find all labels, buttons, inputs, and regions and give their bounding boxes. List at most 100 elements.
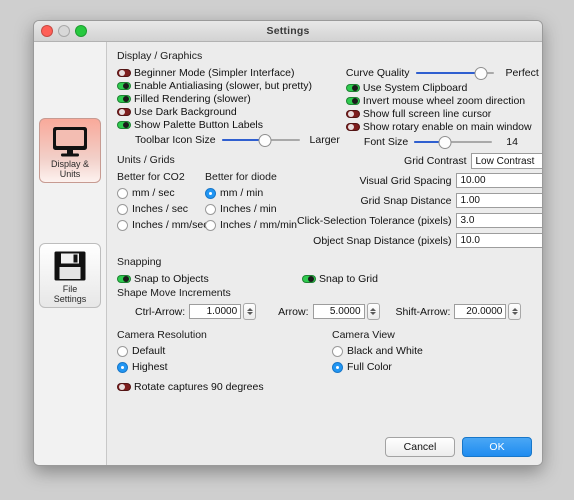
radio-label: Inches / mm/sec bbox=[132, 219, 209, 231]
toggle-use-system-clipboard[interactable]: Use System Clipboard bbox=[345, 82, 539, 94]
font-size-slider[interactable] bbox=[414, 135, 493, 149]
shift-arrow-label: Shift-Arrow: bbox=[395, 305, 451, 318]
toggle-label: Use Dark Background bbox=[134, 106, 237, 118]
ok-button[interactable]: OK bbox=[462, 437, 532, 457]
radio-icon[interactable] bbox=[117, 219, 128, 231]
toolbar-icon-size-value: Larger bbox=[309, 134, 340, 146]
curve-quality-value: Perfect bbox=[505, 67, 539, 79]
click-selection-tolerance-input[interactable]: 3.0 bbox=[456, 213, 542, 228]
units-col2-head: Better for diode bbox=[205, 171, 277, 183]
toggle-show-palette-button-labels[interactable]: Show Palette Button Labels bbox=[117, 119, 340, 131]
radio-camera-resolution-default[interactable]: Default bbox=[117, 345, 332, 357]
object-snap-distance-input[interactable]: 10.0 bbox=[456, 233, 542, 248]
toggle-switch-icon[interactable] bbox=[345, 110, 360, 118]
radio-label: Inches / sec bbox=[132, 203, 189, 215]
radio-icon[interactable] bbox=[332, 345, 343, 357]
radio-inches-per-min[interactable]: Inches / min bbox=[205, 203, 297, 215]
desktop-background: Settings Display & Units File Settings D… bbox=[0, 0, 574, 500]
toggle-switch-icon[interactable] bbox=[117, 69, 131, 77]
arrow-input[interactable]: 5.0000 bbox=[312, 304, 365, 319]
window-title: Settings bbox=[266, 25, 310, 37]
grid-settings-fields: Grid Contrast Low Contrast Visual Grid S… bbox=[297, 153, 542, 252]
sidebar-label-line1: Display & bbox=[50, 159, 89, 169]
toggle-label: Show rotary enable on main window bbox=[362, 121, 532, 133]
toggle-switch-icon[interactable] bbox=[117, 95, 131, 103]
toggle-switch-icon[interactable] bbox=[117, 121, 131, 129]
floppy-disk-icon bbox=[42, 249, 98, 283]
toggle-switch-icon[interactable] bbox=[117, 275, 131, 283]
sidebar-item-file-settings[interactable]: File Settings bbox=[39, 243, 101, 308]
toggle-invert-mouse-wheel-zoom[interactable]: Invert mouse wheel zoom direction bbox=[345, 95, 539, 107]
shift-arrow-input[interactable]: 20.0000 bbox=[454, 304, 507, 319]
toggle-switch-icon[interactable] bbox=[117, 108, 131, 116]
radio-icon[interactable] bbox=[205, 187, 216, 199]
toggle-snap-to-objects[interactable]: Snap to Objects bbox=[117, 273, 302, 285]
toggle-enable-antialiasing[interactable]: Enable Antialiasing (slower, but pretty) bbox=[117, 80, 340, 92]
toggle-beginner-mode[interactable]: Beginner Mode (Simpler Interface) bbox=[117, 67, 340, 79]
radio-camera-view-black-and-white[interactable]: Black and White bbox=[332, 345, 423, 357]
radio-icon[interactable] bbox=[117, 361, 128, 373]
toggle-switch-icon[interactable] bbox=[345, 84, 360, 92]
grid-contrast-label: Grid Contrast bbox=[404, 155, 467, 167]
radio-icon[interactable] bbox=[205, 219, 216, 231]
toolbar-icon-size-row: Toolbar Icon Size Larger bbox=[117, 133, 340, 147]
sidebar-item-display-units[interactable]: Display & Units bbox=[39, 118, 101, 183]
ctrl-arrow-stepper[interactable] bbox=[243, 303, 257, 320]
toggle-filled-rendering[interactable]: Filled Rendering (slower) bbox=[117, 93, 340, 105]
toggle-label: Beginner Mode (Simpler Interface) bbox=[134, 67, 295, 79]
shape-move-increments-row: Ctrl-Arrow: 1.0000 Arrow: 5.0000 Shift-A… bbox=[117, 303, 532, 320]
grid-contrast-select[interactable]: Low Contrast bbox=[471, 153, 542, 169]
slider-thumb[interactable] bbox=[258, 133, 272, 147]
radio-icon[interactable] bbox=[205, 203, 216, 215]
visual-grid-spacing-row: Visual Grid Spacing 10.00 bbox=[297, 172, 542, 189]
radio-camera-view-full-color[interactable]: Full Color bbox=[332, 361, 423, 373]
toggle-show-full-screen-line-cursor[interactable]: Show full screen line cursor bbox=[345, 108, 539, 120]
radio-inches-per-mm-min[interactable]: Inches / mm/min bbox=[205, 219, 297, 231]
toggle-rotate-captures-90-degrees[interactable]: Rotate captures 90 degrees bbox=[117, 381, 532, 393]
sidebar-item-file-settings-label: File Settings bbox=[42, 284, 98, 304]
display-graphics-title: Display / Graphics bbox=[117, 50, 203, 62]
radio-icon[interactable] bbox=[117, 345, 128, 357]
toggle-switch-icon[interactable] bbox=[117, 383, 131, 391]
curve-quality-slider[interactable] bbox=[415, 66, 494, 80]
toggle-snap-to-grid[interactable]: Snap to Grid bbox=[302, 273, 378, 285]
sidebar-label-line2: Settings bbox=[53, 294, 87, 304]
slider-thumb[interactable] bbox=[438, 135, 452, 149]
radio-mm-per-sec[interactable]: mm / sec bbox=[117, 187, 205, 199]
toolbar-icon-size-slider[interactable] bbox=[221, 133, 300, 147]
radio-mm-per-min[interactable]: mm / min bbox=[205, 187, 297, 199]
curve-quality-label: Curve Quality bbox=[345, 67, 410, 79]
font-size-value: 14 bbox=[506, 136, 518, 148]
toggle-label: Snap to Objects bbox=[134, 273, 209, 285]
slider-fill bbox=[415, 72, 482, 74]
toggle-label: Use System Clipboard bbox=[362, 82, 468, 94]
shift-arrow-stepper[interactable] bbox=[508, 303, 522, 320]
radio-label: Black and White bbox=[347, 345, 423, 357]
radio-icon[interactable] bbox=[117, 187, 128, 199]
radio-inches-per-sec[interactable]: Inches / sec bbox=[117, 203, 205, 215]
toggle-label: Show full screen line cursor bbox=[362, 108, 492, 120]
radio-icon[interactable] bbox=[117, 203, 128, 215]
grid-snap-distance-input[interactable]: 1.00 bbox=[456, 193, 542, 208]
radio-inches-per-mm-sec[interactable]: Inches / mm/sec bbox=[117, 219, 209, 231]
toggle-label: Show Palette Button Labels bbox=[134, 119, 264, 131]
toggle-show-rotary-enable[interactable]: Show rotary enable on main window bbox=[345, 121, 539, 133]
visual-grid-spacing-input[interactable]: 10.00 bbox=[456, 173, 542, 188]
arrow-group: Arrow: 5.0000 bbox=[278, 303, 380, 320]
slider-thumb[interactable] bbox=[474, 66, 488, 80]
toggle-switch-icon[interactable] bbox=[345, 123, 360, 131]
toggle-switch-icon[interactable] bbox=[345, 97, 360, 105]
radio-icon[interactable] bbox=[332, 361, 343, 373]
window-titlebar[interactable]: Settings bbox=[34, 21, 542, 42]
toggle-switch-icon[interactable] bbox=[302, 275, 316, 283]
ctrl-arrow-input[interactable]: 1.0000 bbox=[189, 304, 242, 319]
toggle-use-dark-background[interactable]: Use Dark Background bbox=[117, 106, 340, 118]
toggle-label: Rotate captures 90 degrees bbox=[134, 381, 264, 393]
toggle-label: Invert mouse wheel zoom direction bbox=[362, 95, 526, 107]
radio-camera-resolution-highest[interactable]: Highest bbox=[117, 361, 332, 373]
toggle-switch-icon[interactable] bbox=[117, 82, 131, 90]
cancel-button[interactable]: Cancel bbox=[385, 437, 455, 457]
toggle-label: Snap to Grid bbox=[319, 273, 378, 285]
radio-label: Inches / min bbox=[220, 203, 277, 215]
arrow-stepper[interactable] bbox=[366, 303, 380, 320]
